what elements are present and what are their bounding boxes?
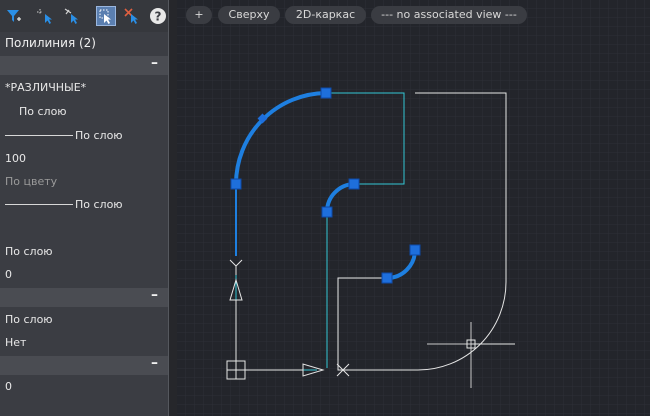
grip[interactable]	[381, 272, 393, 284]
filter-icon[interactable]	[4, 6, 24, 26]
drawing-canvas[interactable]	[177, 0, 650, 416]
select-quick-icon[interactable]	[62, 6, 82, 26]
section-header-3d[interactable]: –	[0, 287, 168, 307]
collapse-icon[interactable]: –	[151, 355, 158, 371]
prop-color[interactable]: *РАЗЛИЧНЫЕ*	[5, 81, 86, 94]
collapse-icon[interactable]: –	[151, 287, 158, 303]
prop-linetype-scale[interactable]: 100	[5, 152, 26, 165]
svg-text:?: ?	[155, 10, 162, 24]
help-icon[interactable]: ?	[148, 6, 168, 26]
prop-lineweight[interactable]: По слою	[5, 197, 165, 211]
grip[interactable]	[409, 244, 421, 256]
lineweight-label: По слою	[75, 197, 123, 211]
prop-shadow[interactable]: Нет	[5, 336, 26, 349]
linetype-sample	[5, 134, 73, 136]
grip[interactable]	[321, 206, 333, 218]
grip[interactable]	[230, 178, 242, 190]
palette-splitter[interactable]	[168, 0, 177, 416]
prop-thickness-label[interactable]: По слою	[5, 245, 53, 258]
grip[interactable]	[348, 178, 360, 190]
prop-geometry-value[interactable]: 0	[5, 380, 12, 393]
lineweight-sample	[5, 203, 73, 205]
linetype-label: По слою	[75, 128, 123, 142]
selection-title: Полилиния (2)	[5, 36, 96, 50]
prop-thickness[interactable]: 0	[5, 268, 12, 281]
viewport-controls-button[interactable]: +	[186, 6, 212, 24]
named-view-menu[interactable]: --- no associated view ---	[371, 6, 527, 24]
section-header-general[interactable]: –	[0, 55, 168, 75]
toggle-pickadd-icon[interactable]	[122, 6, 142, 26]
properties-toolbar: ?	[0, 0, 168, 32]
prop-layer[interactable]: По слою	[19, 105, 67, 118]
prop-linetype[interactable]: По слою	[5, 128, 165, 142]
drawing-viewport[interactable]: + Сверху 2D-каркас --- no associated vie…	[177, 0, 650, 416]
view-cube-menu[interactable]: Сверху	[218, 6, 280, 24]
grip[interactable]	[320, 87, 332, 99]
collapse-icon[interactable]: –	[151, 55, 158, 71]
section-header-geometry[interactable]: –	[0, 355, 168, 375]
pick-objects-icon[interactable]	[96, 6, 116, 26]
select-add-icon[interactable]	[36, 6, 56, 26]
drawing-grid	[177, 0, 650, 416]
prop-plot-style: По цвету	[5, 175, 58, 188]
properties-palette: ? Полилиния (2) – *РАЗЛИЧНЫЕ* По слою По…	[0, 0, 168, 416]
visual-style-menu[interactable]: 2D-каркас	[285, 6, 366, 24]
prop-material[interactable]: По слою	[5, 313, 53, 326]
